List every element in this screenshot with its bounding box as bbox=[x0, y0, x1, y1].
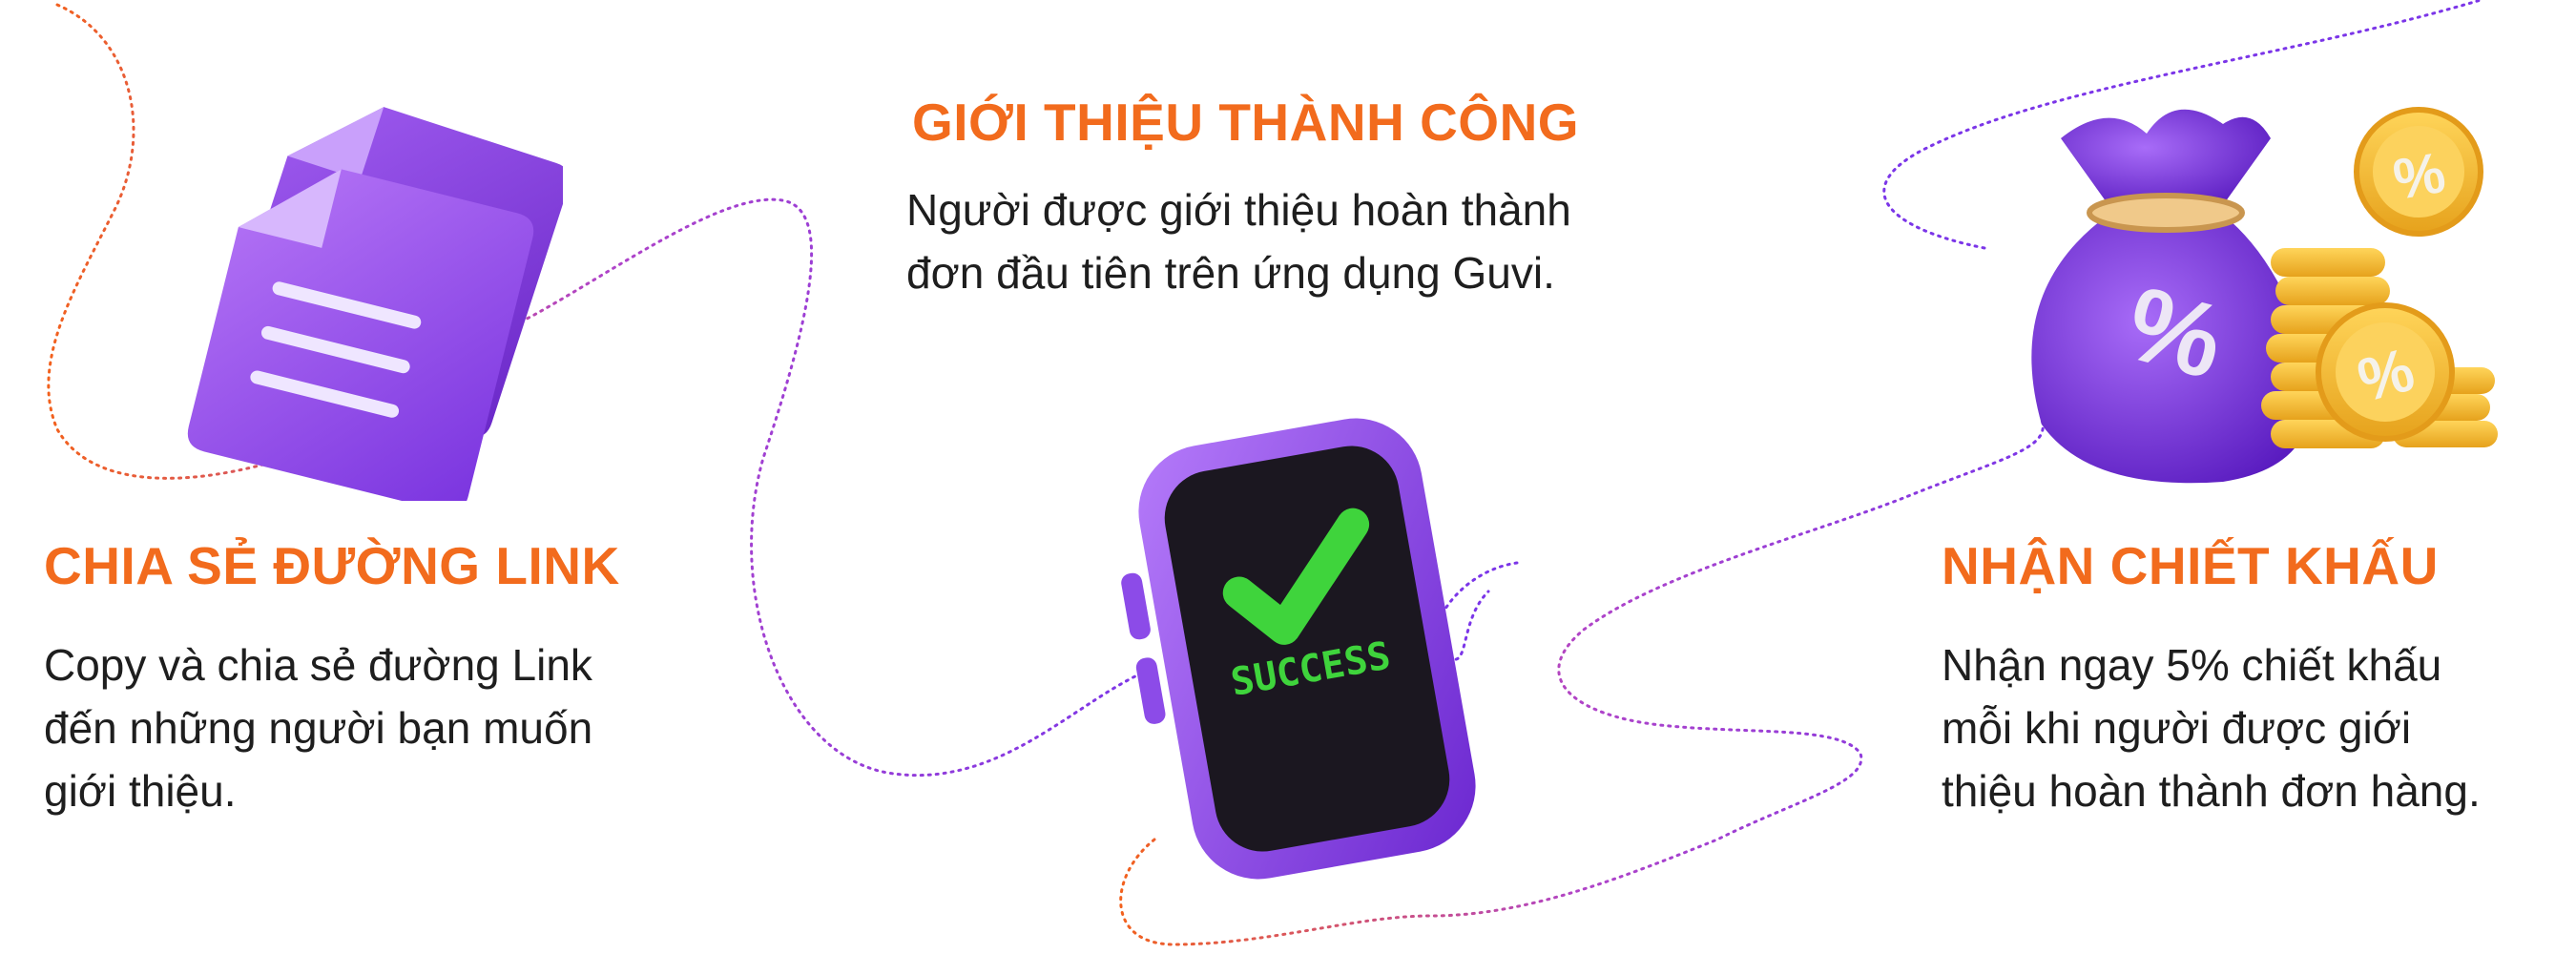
step-desc-line: đơn đầu tiên trên ứng dụng Guvi. bbox=[906, 248, 1555, 298]
step-description: Người được giới thiệu hoàn thành đơn đầu… bbox=[906, 178, 1717, 304]
step-receive-discount: NHẬN CHIẾT KHẤU Nhận ngay 5% chiết khấu … bbox=[1942, 534, 2552, 822]
step-desc-line: Copy và chia sẻ đường Link bbox=[44, 640, 592, 690]
step-desc-line: mỗi khi người được giới bbox=[1942, 703, 2412, 753]
step-desc-line: Người được giới thiệu hoàn thành bbox=[906, 185, 1571, 235]
step-description: Nhận ngay 5% chiết khấu mỗi khi người đư… bbox=[1942, 633, 2552, 822]
document-stack-icon bbox=[187, 107, 563, 501]
step-desc-line: đến những người bạn muốn bbox=[44, 703, 593, 753]
step-title: CHIA SẺ ĐƯỜNG LINK bbox=[44, 536, 620, 595]
money-bag-coins-icon: % % % bbox=[2031, 107, 2498, 484]
step-desc-line: giới thiệu. bbox=[44, 766, 237, 816]
step-title: GIỚI THIỆU THÀNH CÔNG bbox=[912, 93, 1580, 152]
step-successful-referral: GIỚI THIỆU THÀNH CÔNG Người được giới th… bbox=[906, 91, 1717, 304]
step-title: NHẬN CHIẾT KHẤU bbox=[1942, 536, 2439, 595]
step-description: Copy và chia sẻ đường Link đến những ngư… bbox=[44, 633, 659, 822]
step-desc-line: Nhận ngay 5% chiết khấu bbox=[1942, 640, 2442, 690]
step-share-link: CHIA SẺ ĐƯỜNG LINK Copy và chia sẻ đường… bbox=[44, 534, 664, 822]
step-desc-line: thiệu hoàn thành đơn hàng. bbox=[1942, 766, 2481, 816]
phone-success-icon: SUCCESS bbox=[1121, 418, 1476, 880]
